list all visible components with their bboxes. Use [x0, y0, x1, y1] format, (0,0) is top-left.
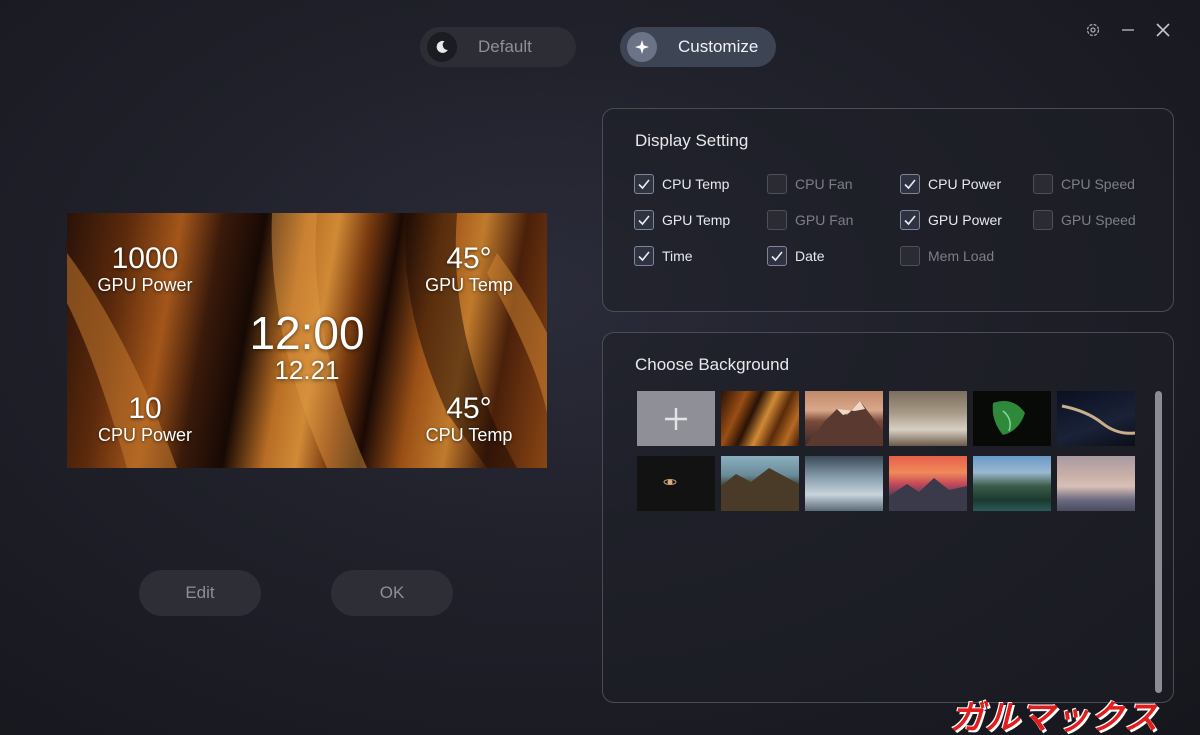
- sparkle-icon: [627, 32, 657, 62]
- cpu-temp-value: 45°: [446, 392, 492, 425]
- checkbox-date[interactable]: Date: [767, 245, 825, 267]
- gpu-temp-value: 45°: [446, 242, 492, 275]
- checkbox-label: Mem Load: [928, 248, 995, 264]
- checkbox-box: [1033, 174, 1053, 194]
- plus-icon: [665, 407, 687, 430]
- checkbox-label: CPU Fan: [795, 176, 853, 192]
- checkbox-gpu-fan[interactable]: GPU Fan: [767, 209, 853, 231]
- ok-button[interactable]: OK: [331, 570, 453, 616]
- checkbox-mem-load[interactable]: Mem Load: [900, 245, 994, 267]
- background-thumb-leaves[interactable]: [721, 391, 799, 446]
- checkbox-label: GPU Temp: [662, 212, 731, 228]
- checkmark-icon: [634, 210, 654, 230]
- add-background-button[interactable]: [637, 391, 715, 446]
- checkbox-label: Time: [662, 248, 693, 264]
- background-thumb-desert-animal[interactable]: [889, 391, 967, 446]
- customize-mode-button[interactable]: Customize: [620, 27, 776, 67]
- checkbox-label: CPU Speed: [1061, 176, 1135, 192]
- checkbox-box: [900, 246, 920, 266]
- checkbox-cpu-fan[interactable]: CPU Fan: [767, 173, 853, 195]
- checkmark-icon: [634, 174, 654, 194]
- checkbox-label: GPU Speed: [1061, 212, 1136, 228]
- checkbox-box: [1033, 210, 1053, 230]
- checkmark-icon: [900, 210, 920, 230]
- checkbox-label: GPU Power: [928, 212, 1002, 228]
- checkbox-cpu-power[interactable]: CPU Power: [900, 173, 1001, 195]
- default-mode-label: Default: [478, 37, 532, 56]
- gpu-temp-stat: 45° GPU Temp: [409, 242, 529, 296]
- display-setting-title: Display Setting: [635, 131, 749, 150]
- date-value: 12.21: [274, 355, 340, 385]
- gpu-power-stat: 1000 GPU Power: [85, 242, 205, 296]
- gpu-temp-label: GPU Temp: [425, 275, 513, 295]
- checkmark-icon: [634, 246, 654, 266]
- settings-icon[interactable]: [1081, 18, 1105, 42]
- background-thumb-glacier[interactable]: [805, 456, 883, 511]
- background-thumb-saturn[interactable]: [637, 456, 715, 511]
- time-value: 12:00: [249, 307, 365, 359]
- cpu-power-stat: 10 CPU Power: [85, 392, 205, 446]
- cpu-temp-label: CPU Temp: [425, 425, 513, 445]
- checkbox-cpu-temp[interactable]: CPU Temp: [634, 173, 729, 195]
- checkmark-icon: [767, 246, 787, 266]
- default-mode-button[interactable]: Default: [420, 27, 576, 67]
- background-thumb-mountain-peak[interactable]: [805, 391, 883, 446]
- checkbox-time[interactable]: Time: [634, 245, 693, 267]
- gpu-power-value: 1000: [111, 242, 179, 275]
- minimize-icon[interactable]: [1116, 18, 1140, 42]
- background-thumb-night-road[interactable]: [1057, 391, 1135, 446]
- watermark-logo: ガルマックス: [950, 699, 1159, 735]
- background-thumb-mountain-valley[interactable]: [721, 456, 799, 511]
- background-thumb-green-leaf[interactable]: [973, 391, 1051, 446]
- choose-background-title: Choose Background: [635, 355, 790, 374]
- checkmark-icon: [900, 174, 920, 194]
- background-thumb-pastel-mountains[interactable]: [1057, 456, 1135, 511]
- checkbox-label: CPU Temp: [662, 176, 730, 192]
- gpu-power-label: GPU Power: [97, 275, 193, 295]
- checkbox-gpu-power[interactable]: GPU Power: [900, 209, 1002, 231]
- checkbox-label: Date: [795, 248, 825, 264]
- edit-button[interactable]: Edit: [139, 570, 261, 616]
- checkbox-box: [767, 174, 787, 194]
- moon-icon: [427, 32, 457, 62]
- cpu-temp-stat: 45° CPU Temp: [409, 392, 529, 446]
- clock-display: 12:00 12.21: [67, 309, 547, 383]
- choose-background-panel: Choose Background: [602, 332, 1174, 703]
- cpu-power-value: 10: [128, 392, 162, 425]
- close-icon[interactable]: [1151, 18, 1175, 42]
- customize-mode-label: Customize: [678, 37, 759, 56]
- display-preview: 1000 GPU Power 45° GPU Temp 12:00 12.21 …: [67, 213, 547, 468]
- checkbox-gpu-speed[interactable]: GPU Speed: [1033, 209, 1136, 231]
- checkbox-cpu-speed[interactable]: CPU Speed: [1033, 173, 1135, 195]
- background-thumb-sunset-peaks[interactable]: [889, 456, 967, 511]
- checkbox-label: GPU Fan: [795, 212, 854, 228]
- checkbox-box: [767, 210, 787, 230]
- background-thumb-lake-forest[interactable]: [973, 456, 1051, 511]
- checkbox-label: CPU Power: [928, 176, 1002, 192]
- checkbox-gpu-temp[interactable]: GPU Temp: [634, 209, 730, 231]
- cpu-power-label: CPU Power: [97, 425, 193, 445]
- background-scrollbar[interactable]: [1155, 391, 1162, 693]
